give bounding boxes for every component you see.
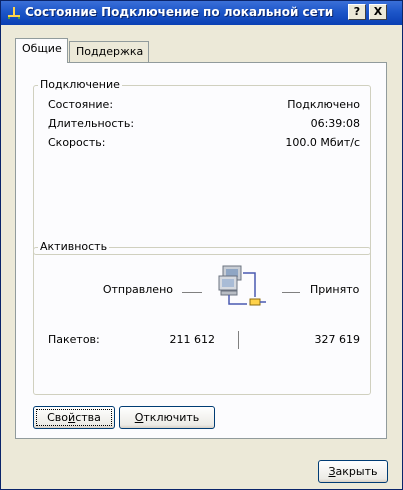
window-title: Состояние Подключение по локальной сети [25, 5, 334, 19]
duration-value: 06:39:08 [310, 117, 360, 130]
received-line [282, 292, 300, 293]
properties-label-post: ства [75, 410, 101, 424]
close-window-button[interactable]: X [369, 4, 387, 20]
sent-line [182, 292, 202, 293]
close-label-post: акрыть [335, 464, 378, 478]
disconnect-label-post: тключить [143, 410, 200, 424]
packets-received-value: 327 619 [314, 333, 361, 346]
disconnect-button[interactable]: Отключить [119, 406, 215, 429]
tab-support[interactable]: Поддержка [69, 41, 149, 62]
received-label: Принято [310, 283, 360, 296]
activity-group-legend: Активность [38, 240, 110, 253]
close-label-accel: З [328, 464, 336, 478]
tab-general[interactable]: Общие [15, 38, 68, 63]
status-label: Состояние: [48, 98, 114, 111]
duration-label: Длительность: [48, 117, 135, 130]
status-value: Подключено [287, 98, 360, 111]
sent-label: Отправлено [102, 283, 173, 296]
packets-divider [238, 331, 239, 349]
packets-label: Пакетов: [48, 333, 100, 346]
tab-panel-general: Подключение Состояние: Подключено Длител… [15, 62, 387, 439]
speed-label: Скорость: [48, 136, 106, 149]
status-window: Состояние Подключение по локальной сети … [0, 0, 403, 490]
network-connection-icon [8, 7, 20, 19]
properties-button[interactable]: Свойства [33, 406, 115, 429]
network-computers-icon [218, 265, 266, 306]
properties-label-pre: Сво [47, 410, 69, 424]
connection-group-legend: Подключение [38, 78, 122, 91]
title-bar[interactable]: Состояние Подключение по локальной сети … [1, 1, 402, 25]
activity-group: Активность Отправлено Принято Пакетов: 2… [33, 240, 371, 395]
connection-group: Подключение Состояние: Подключено Длител… [33, 78, 371, 255]
speed-value: 100.0 Мбит/с [285, 136, 360, 149]
close-button[interactable]: Закрыть [318, 460, 388, 483]
packets-sent-value: 211 612 [169, 333, 216, 346]
help-button[interactable]: ? [348, 4, 366, 20]
